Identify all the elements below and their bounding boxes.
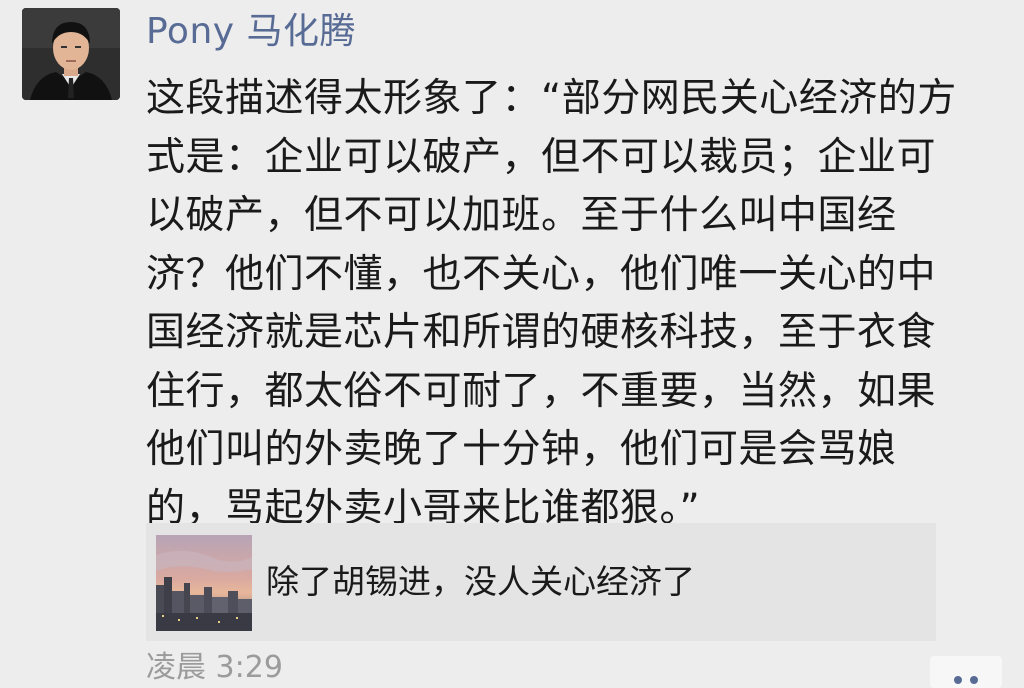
user-avatar-photo-icon bbox=[22, 8, 120, 100]
more-actions-button[interactable] bbox=[930, 656, 1002, 688]
shared-link-thumbnail bbox=[156, 535, 252, 631]
post-text-line: 这段描述得太形象了：“部分网民关心经济的方 bbox=[146, 76, 957, 121]
shared-link-card[interactable]: 除了胡锡进，没人关心经济了 bbox=[146, 523, 936, 641]
post-text: 这段描述得太形象了：“部分网民关心经济的方 式是：企业可以破产，但不可以裁员；企… bbox=[146, 70, 1006, 538]
post-text-line: 济？他们不懂，也不关心，他们唯一关心的中 bbox=[146, 251, 937, 297]
post-text-line: 国经济就是芯片和所谓的硬核科技，至于衣食 bbox=[146, 310, 937, 355]
more-dots-icon bbox=[970, 676, 978, 684]
post-timestamp: 凌晨 3:29 bbox=[146, 650, 283, 685]
city-skyline-thumbnail-icon bbox=[156, 535, 252, 631]
post-text-line: 以破产，但不可以加班。至于什么叫中国经 bbox=[146, 193, 897, 238]
author-name[interactable]: Pony 马化腾 bbox=[146, 8, 356, 56]
post-text-line: 住行，都太俗不可耐了，不重要，当然，如果 bbox=[146, 368, 937, 414]
moments-post: Pony 马化腾 这段描述得太形象了：“部分网民关心经济的方 式是：企业可以破产… bbox=[0, 0, 1024, 688]
author-avatar[interactable] bbox=[22, 8, 120, 100]
more-dots-icon bbox=[954, 676, 962, 684]
shared-link-title: 除了胡锡进，没人关心经济了 bbox=[266, 562, 695, 601]
post-text-line: 式是：企业可以破产，但不可以裁员；企业可 bbox=[146, 134, 937, 180]
post-text-line: 他们叫的外卖晚了十分钟，他们可是会骂娘 bbox=[146, 427, 897, 472]
